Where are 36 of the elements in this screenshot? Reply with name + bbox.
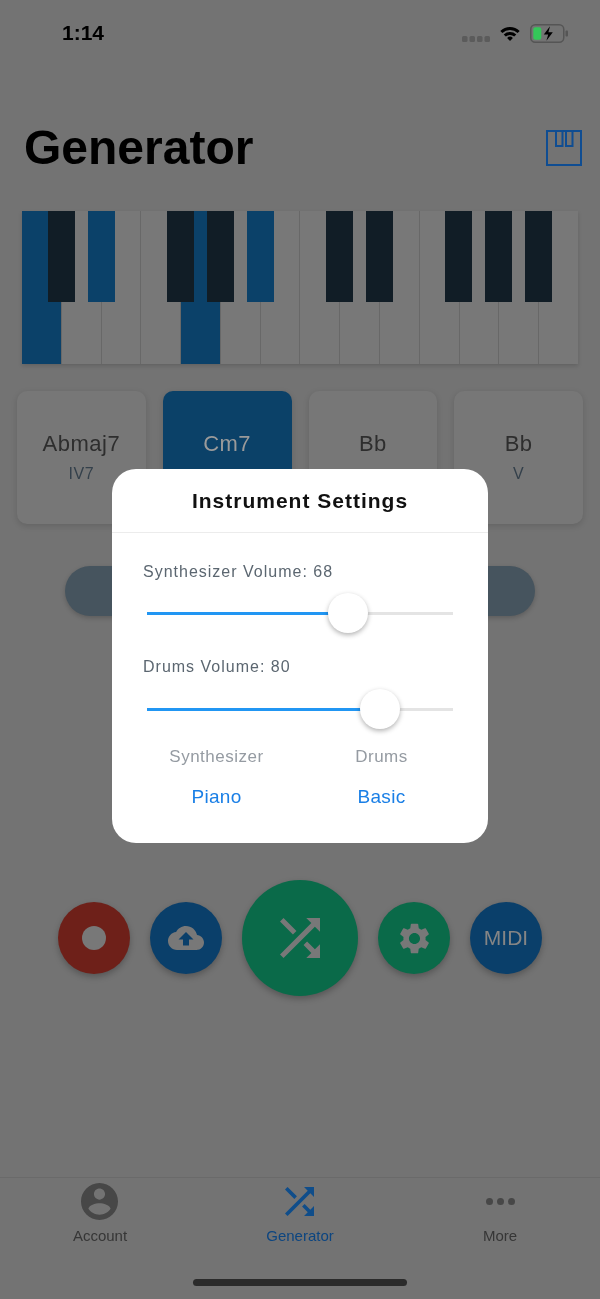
cloud-upload-icon [168,926,204,950]
slider-thumb[interactable] [327,593,368,633]
instrument-option[interactable]: Piano [191,786,242,808]
chord-card[interactable]: Bb V [454,391,583,524]
chord-name: Abmaj7 [42,431,121,457]
settings-icon [399,922,429,954]
record-icon [82,926,106,950]
chord-card[interactable]: Abmaj7 IV7 [17,391,146,524]
instrument-label: Synthesizer [169,747,264,767]
status-time: 1:14 [62,21,105,45]
chord-numeral: IV7 [68,464,95,484]
chord-name: Cm7 [203,431,252,457]
settings-button[interactable] [378,902,450,974]
volume-label: Drums Volume: 80 [143,657,292,677]
tab-bar-item[interactable]: More [482,1183,518,1245]
battery-icon [530,23,568,43]
page-title: Generator [24,120,254,176]
upload-button[interactable] [150,902,222,974]
chord-name: Bb [358,431,387,457]
instrument-option[interactable]: Basic [357,786,406,808]
tab-bar-item[interactable]: Account [72,1183,128,1245]
instrument-label: Drums [355,747,408,767]
person-icon [81,1183,119,1220]
chord-numeral: V [513,464,525,484]
tab-bar-item[interactable]: Generator [266,1183,334,1245]
chord-name: Bb [504,431,533,457]
record-button[interactable] [58,902,130,974]
wifi-icon [500,25,520,41]
volume-label: Synthesizer Volume: 68 [143,562,335,582]
midi-button[interactable]: MIDI [470,902,542,974]
signal-icon [462,35,490,42]
piano-icon[interactable] [546,130,582,166]
slider-thumb[interactable] [359,689,400,729]
shuffle-icon [285,1187,315,1216]
ellipsis-icon [485,1198,515,1205]
shuffle-icon [280,918,320,958]
